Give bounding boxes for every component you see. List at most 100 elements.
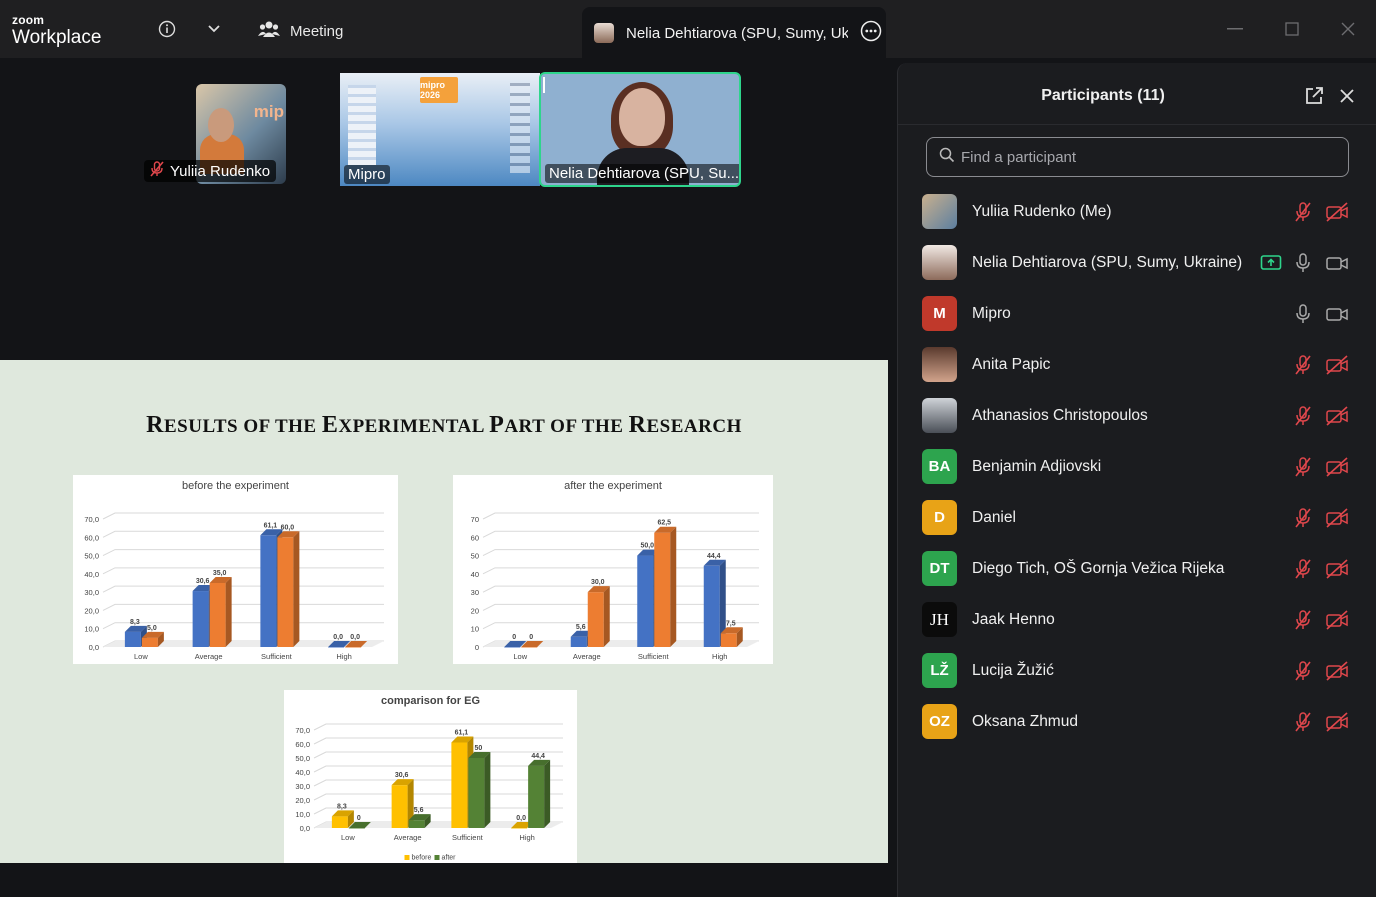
chart-title: before the experiment — [182, 480, 289, 492]
bar — [328, 647, 345, 648]
participant-list: Yuliia Rudenko (Me) Nelia Dehtiarova (SPU… — [898, 186, 1376, 747]
legend-swatch — [404, 855, 410, 860]
chart-svg: before the experiment 0,0 10,0 20,0 30,0 40,0… — [84, 480, 384, 661]
video-tile-nelia-active-speaker[interactable]: Nelia Dehtiarova (SPU, Su... — [539, 72, 741, 187]
mic-muted-icon[interactable] — [1292, 507, 1314, 529]
data-label: 0 — [529, 634, 533, 641]
tab-meeting[interactable]: Meeting — [258, 16, 343, 46]
video-off-icon[interactable] — [1324, 354, 1350, 376]
mic-muted-icon[interactable] — [1292, 201, 1314, 223]
participant-row[interactable]: BA Benjamin Adjiovski — [898, 441, 1376, 492]
search-input[interactable] — [961, 148, 1321, 166]
chart-comparison-eg: comparison for EG 0,0 10,0 20,0 30,0 40,0 50,0… — [284, 690, 577, 863]
participant-search[interactable] — [926, 137, 1349, 177]
y-tick-label: 50,0 — [295, 754, 310, 763]
participant-row[interactable]: Yuliia Rudenko (Me) — [898, 186, 1376, 237]
gridline — [102, 567, 384, 575]
bar — [521, 647, 538, 648]
participant-row[interactable]: M Mipro — [898, 288, 1376, 339]
more-options-icon[interactable] — [860, 20, 882, 46]
mic-muted-icon[interactable] — [1292, 609, 1314, 631]
info-icon[interactable] — [156, 18, 178, 40]
participant-name: Benjamin Adjiovski — [972, 457, 1102, 475]
mic-icon[interactable] — [1292, 303, 1314, 325]
gridline — [313, 779, 563, 787]
chart-after-experiment: after the experiment 0 10 20 30 40 50 60 70 Low 0 0… — [453, 475, 773, 664]
minimize-icon[interactable] — [1226, 20, 1244, 38]
video-off-icon[interactable] — [1324, 711, 1350, 733]
participant-row[interactable]: D Daniel — [898, 492, 1376, 543]
y-tick-label: 10 — [471, 625, 479, 634]
gridline — [102, 603, 384, 611]
mic-muted-icon[interactable] — [1292, 354, 1314, 376]
participant-row[interactable]: OZ Oksana Zhmud — [898, 696, 1376, 747]
data-label: 8,3 — [130, 619, 140, 626]
gridline — [313, 751, 563, 759]
y-tick-label: 50 — [471, 552, 479, 561]
pop-out-icon[interactable] — [1303, 85, 1325, 107]
y-tick-label: 40,0 — [84, 570, 99, 579]
logo-bottom-text: Workplace — [12, 27, 102, 48]
y-tick-label: 0,0 — [300, 824, 310, 833]
participant-status-icons — [1292, 507, 1350, 529]
participant-row[interactable]: Anita Papic — [898, 339, 1376, 390]
avatar: BA — [922, 449, 957, 484]
video-off-icon[interactable] — [1324, 456, 1350, 478]
y-tick-label: 20,0 — [84, 606, 99, 615]
avatar — [922, 194, 957, 229]
video-off-icon[interactable] — [1324, 507, 1350, 529]
x-tick-label: Low — [513, 652, 527, 661]
video-off-icon[interactable] — [1324, 660, 1350, 682]
data-label: 44,4 — [531, 753, 545, 760]
mic-icon[interactable] — [1292, 252, 1314, 274]
mic-muted-icon[interactable] — [1292, 558, 1314, 580]
bar — [570, 636, 587, 647]
y-tick-label: 60,0 — [84, 533, 99, 542]
tab-active-speaker[interactable]: Nelia Dehtiarova (SPU, Sumy, Ukr — [582, 7, 886, 59]
video-off-icon[interactable] — [1324, 609, 1350, 631]
y-tick-label: 20,0 — [295, 796, 310, 805]
mic-muted-icon[interactable] — [1292, 456, 1314, 478]
participant-row[interactable]: LŽ Lucija Žužić — [898, 645, 1376, 696]
x-tick-label: Sufficient — [452, 833, 484, 842]
legend-label: before — [412, 855, 432, 862]
mic-muted-icon[interactable] — [1292, 711, 1314, 733]
participant-name: Daniel — [972, 508, 1016, 526]
participant-status-icons — [1292, 558, 1350, 580]
participant-status-icons — [1292, 609, 1350, 631]
video-off-icon[interactable] — [1324, 558, 1350, 580]
video-tile-label-mipro: Mipro — [344, 165, 390, 184]
tile-name: Nelia Dehtiarova (SPU, Su... — [549, 165, 740, 182]
maximize-icon[interactable] — [1283, 20, 1301, 38]
bar — [451, 742, 468, 828]
avatar — [922, 398, 957, 433]
mic-muted-icon[interactable] — [1292, 660, 1314, 682]
avatar: M — [922, 296, 957, 331]
y-tick-label: 60,0 — [295, 740, 310, 749]
video-icon[interactable] — [1324, 303, 1350, 325]
people-icon — [258, 20, 280, 42]
panel-title: Participants (11) — [1041, 87, 1165, 104]
participant-row[interactable]: DT Diego Tich, OŠ Gornja Vežica Rijeka — [898, 543, 1376, 594]
video-icon[interactable] — [1324, 252, 1350, 274]
data-label: 5,0 — [147, 625, 157, 632]
video-off-icon[interactable] — [1324, 405, 1350, 427]
mic-muted-icon[interactable] — [1292, 405, 1314, 427]
video-off-icon[interactable] — [1324, 201, 1350, 223]
bottom-bar — [0, 863, 896, 897]
participant-name: Athanasios Christopoulos — [972, 406, 1148, 424]
participant-row[interactable]: JH Jaak Henno — [898, 594, 1376, 645]
tab-meeting-label: Meeting — [290, 22, 344, 40]
close-panel-icon[interactable] — [1336, 85, 1358, 107]
bar — [277, 537, 294, 647]
bar — [391, 785, 408, 828]
gridline — [102, 530, 384, 538]
participants-panel: Participants (11) Yuliia Rudenko (Me) Nel… — [897, 63, 1376, 897]
close-window-icon[interactable] — [1339, 20, 1357, 38]
participant-row[interactable]: Athanasios Christopoulos — [898, 390, 1376, 441]
chevron-down-icon[interactable] — [203, 18, 225, 40]
shared-screen-slide[interactable]: RESULTS OF THE EXPERIMENTAL PART OF THE … — [0, 360, 888, 863]
avatar: JH — [922, 602, 957, 637]
video-tile-mipro[interactable]: mipro 2026 Mipro — [340, 73, 540, 186]
participant-row[interactable]: Nelia Dehtiarova (SPU, Sumy, Ukraine) — [898, 237, 1376, 288]
